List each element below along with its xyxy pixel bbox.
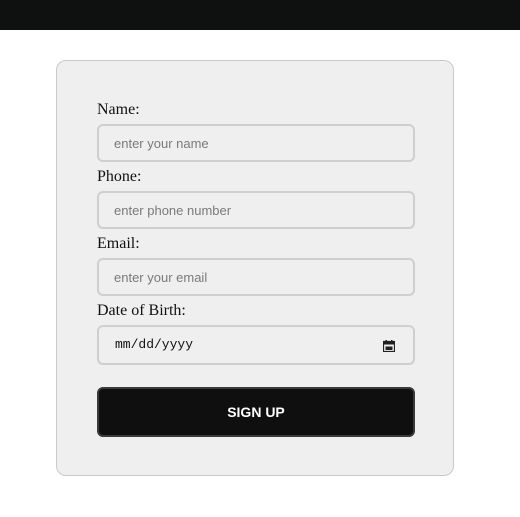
date-placeholder: mm/dd/yyyy: [115, 337, 194, 352]
sign-up-button[interactable]: SIGN UP: [97, 387, 415, 437]
dob-label: Date of Birth:: [97, 302, 186, 319]
calendar-icon[interactable]: [382, 339, 396, 353]
date-of-birth-input[interactable]: mm/dd/yyyy: [97, 325, 415, 365]
name-label: Name:: [97, 101, 140, 118]
top-bar: [0, 0, 520, 30]
signup-form: Name: Phone: Email: Date of Birth: mm/dd…: [56, 60, 454, 476]
phone-input[interactable]: [97, 191, 415, 229]
email-input[interactable]: [97, 258, 415, 296]
phone-label: Phone:: [97, 168, 142, 185]
name-input[interactable]: [97, 124, 415, 162]
email-label: Email:: [97, 235, 140, 252]
